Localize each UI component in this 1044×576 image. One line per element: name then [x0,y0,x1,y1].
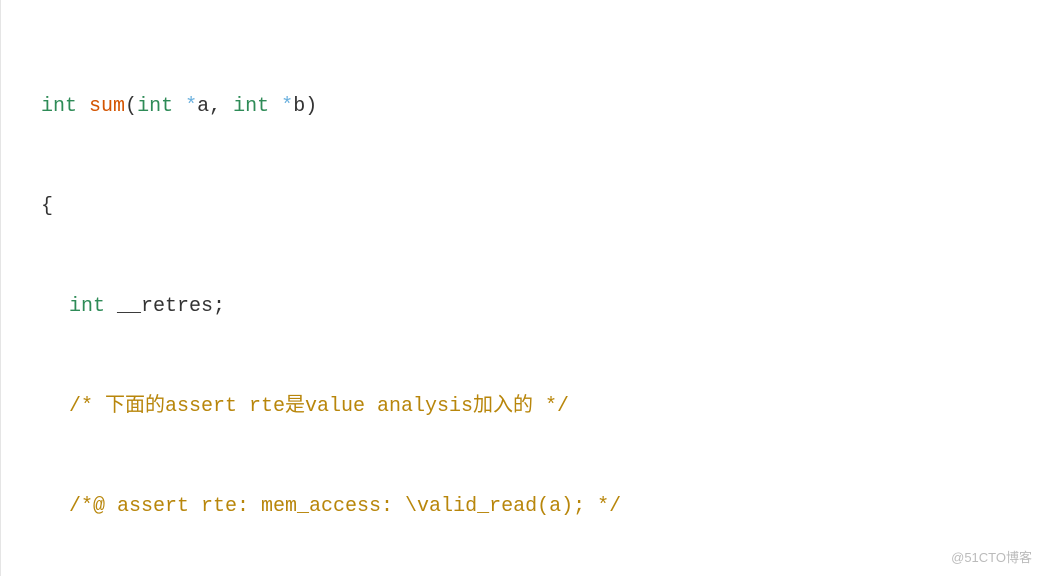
comment-acsl: /*@ assert rte: mem_access: \valid_read(… [69,495,621,518]
param-a: a [197,95,209,118]
semicolon: ; [213,295,225,318]
comma: , [209,95,233,118]
keyword-int: int [69,295,105,318]
code-block: int sum(int *a, int *b) { int __retres; … [0,0,1044,576]
paren-close: ) [305,95,317,118]
pointer-star: * [185,95,197,118]
watermark: @51CTO博客 [951,547,1032,566]
paren-open: ( [125,95,137,118]
var-retres: __retres [117,295,213,318]
keyword-int: int [41,95,77,118]
code-line-5: /*@ assert rte: mem_access: \valid_read(… [41,482,1004,532]
keyword-int: int [137,95,173,118]
brace-open: { [41,195,53,218]
function-name: sum [89,95,125,118]
code-line-2: { [41,182,1004,232]
comment: /* 下面的assert rte是value analysis加入的 */ [69,395,569,418]
pointer-star: * [281,95,293,118]
code-line-3: int __retres; [41,282,1004,332]
code-line-1: int sum(int *a, int *b) [41,82,1004,132]
keyword-int: int [233,95,269,118]
code-line-4: /* 下面的assert rte是value analysis加入的 */ [41,382,1004,432]
param-b: b [293,95,305,118]
